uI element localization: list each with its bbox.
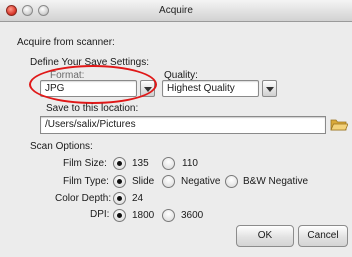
location-label: Save to this location:: [46, 103, 139, 114]
format-highlight-ellipse: [29, 65, 157, 104]
title-bar: Acquire: [0, 0, 352, 22]
cancel-button[interactable]: Cancel: [298, 225, 348, 247]
film-type-slide-label: Slide: [132, 176, 155, 187]
film-size-135-label: 135: [132, 158, 149, 169]
film-size-110-radio[interactable]: [162, 157, 175, 170]
color-depth-label: Color Depth:: [55, 193, 112, 204]
film-type-slide-radio[interactable]: [113, 175, 126, 188]
scan-options-heading: Scan Options:: [30, 141, 93, 152]
color-depth-24-label: 24: [132, 193, 144, 204]
film-type-label: Film Type:: [63, 176, 109, 187]
dpi-1800-radio[interactable]: [113, 209, 126, 222]
film-type-bw-negative-radio[interactable]: [225, 175, 238, 188]
film-type-negative-radio[interactable]: [162, 175, 175, 188]
dpi-3600-radio[interactable]: [162, 209, 175, 222]
film-size-label: Film Size:: [63, 158, 107, 169]
quality-dropdown-button[interactable]: [262, 80, 277, 97]
dpi-1800-label: 1800: [132, 210, 155, 221]
film-type-negative-label: Negative: [181, 176, 221, 187]
quality-select[interactable]: Highest Quality: [162, 80, 259, 97]
film-size-110-label: 110: [182, 158, 198, 169]
window-title: Acquire: [159, 5, 193, 16]
film-type-bw-negative-label: B&W Negative: [243, 176, 309, 187]
folder-icon[interactable]: [330, 117, 349, 132]
acquire-heading: Acquire from scanner:: [17, 37, 115, 48]
location-field[interactable]: /Users/salix/Pictures: [40, 116, 326, 134]
ok-button[interactable]: OK: [236, 225, 294, 247]
dpi-3600-label: 3600: [181, 210, 204, 221]
film-size-135-radio[interactable]: [113, 157, 126, 170]
color-depth-24-radio[interactable]: [113, 192, 126, 205]
dpi-label: DPI:: [90, 209, 110, 220]
